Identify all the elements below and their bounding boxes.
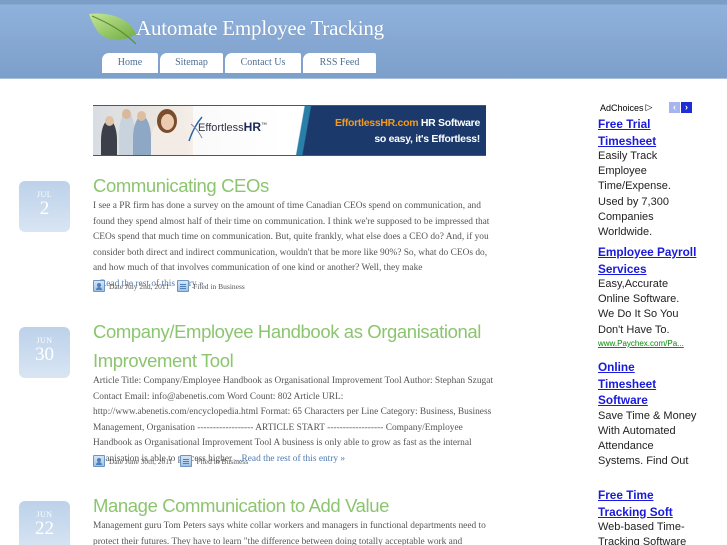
banner-headline: EffortlessHR.com HR Software — [335, 117, 480, 129]
ad-text: Easy,Accurate Online Software. We Do It … — [598, 278, 680, 336]
site-header: Automate Employee Tracking Home Sitemap … — [0, 0, 727, 79]
post-excerpt-text: Management guru Tom Peters says white co… — [93, 521, 486, 545]
ad-title-link[interactable]: Free Time Tracking Soft — [598, 487, 698, 520]
ad-text: Easily Track Employee Time/Expense. Used… — [598, 150, 671, 239]
post-title[interactable]: Communicating CEOs — [93, 171, 513, 200]
post-title[interactable]: Company/Employee Handbook as Organisatio… — [93, 317, 513, 375]
ad-item: Free Trial Timesheet Easily Track Employ… — [598, 116, 727, 240]
post-excerpt-text: I see a PR firm has done a survey on the… — [93, 201, 490, 273]
logo-text-light: Effortless — [198, 122, 244, 134]
date-day: 30 — [35, 344, 54, 365]
logo-trademark: ™ — [261, 122, 267, 129]
banner-tagline: so easy, it's Effortless! — [374, 133, 480, 145]
banner-left: EffortlessHR™ — [93, 106, 283, 155]
date-badge: JUN 30 — [19, 327, 70, 378]
ad-text: Web-based Time-Tracking Software — [598, 521, 687, 545]
post-excerpt-text: Article Title: Company/Employee Handbook… — [93, 376, 493, 464]
category-icon — [177, 280, 190, 292]
post-title[interactable]: Manage Communication to Add Value — [93, 491, 513, 520]
date-day: 22 — [35, 518, 54, 539]
read-more-link[interactable]: ...Read the rest of this entry » — [234, 454, 345, 464]
next-ad-button[interactable]: › — [681, 102, 692, 113]
post-meta: Date June 30th, 2011 Filed in Business — [93, 454, 248, 468]
ad-text: Save Time & Money With Automated Attenda… — [598, 409, 697, 468]
date-badge: JUN 22 — [19, 501, 70, 545]
logo-text-bold: HR — [243, 120, 261, 134]
banner-headline-rest: HR Software — [418, 117, 480, 129]
post-date: Date July 2nd, 2011 — [109, 281, 170, 291]
effortlesshr-logo: EffortlessHR™ — [198, 120, 267, 134]
ad-pagination: ‹ › — [669, 102, 692, 113]
main-nav: Home Sitemap Contact Us RSS Feed — [102, 53, 378, 73]
nav-contact-us[interactable]: Contact Us — [225, 53, 301, 73]
ad-item: Free Time Tracking Soft Web-based Time-T… — [598, 487, 727, 545]
adchoices-label: AdChoices — [600, 102, 644, 113]
author-date-icon — [93, 280, 105, 292]
adchoices-link[interactable]: AdChoices ▷ — [600, 102, 652, 113]
post-meta: Date July 2nd, 2011 Filed in Business — [93, 279, 245, 293]
leaf-logo-icon — [89, 13, 137, 45]
date-day: 2 — [39, 198, 50, 219]
post-category[interactable]: Filed in Business — [193, 282, 245, 291]
adchoices-icon: ▷ — [645, 102, 653, 112]
banner-people-image — [93, 106, 193, 155]
site-title[interactable]: Automate Employee Tracking — [136, 16, 384, 41]
effortlesshr-banner-ad[interactable]: EffortlessHR™ EffortlessHR.com HR Softwa… — [93, 105, 486, 156]
author-date-icon — [93, 455, 105, 467]
banner-brand: EffortlessHR.com — [334, 117, 419, 129]
post-category[interactable]: Filed in Business — [196, 457, 248, 466]
date-badge: JUL 2 — [19, 181, 70, 232]
banner-right: EffortlessHR.com HR Software so easy, it… — [283, 106, 486, 155]
category-icon — [180, 455, 193, 467]
previous-ad-button[interactable]: ‹ — [669, 102, 680, 113]
nav-sitemap[interactable]: Sitemap — [160, 53, 223, 73]
nav-home[interactable]: Home — [102, 53, 158, 73]
ad-title-link[interactable]: Free Trial Timesheet — [598, 116, 658, 149]
ad-title-link[interactable]: Online Timesheet Software — [598, 359, 660, 409]
ad-item: Employee Payroll Services Easy,Accurate … — [598, 244, 727, 348]
post-excerpt: Management guru Tom Peters says white co… — [93, 519, 497, 545]
ad-url-link[interactable]: www.Paychex.com/Pa... — [598, 339, 727, 348]
nav-rss-feed[interactable]: RSS Feed — [303, 53, 376, 73]
ad-item: Online Timesheet Software Save Time & Mo… — [598, 359, 727, 469]
post-date: Date June 30th, 2011 — [109, 456, 173, 466]
ad-title-link[interactable]: Employee Payroll Services — [598, 244, 698, 277]
